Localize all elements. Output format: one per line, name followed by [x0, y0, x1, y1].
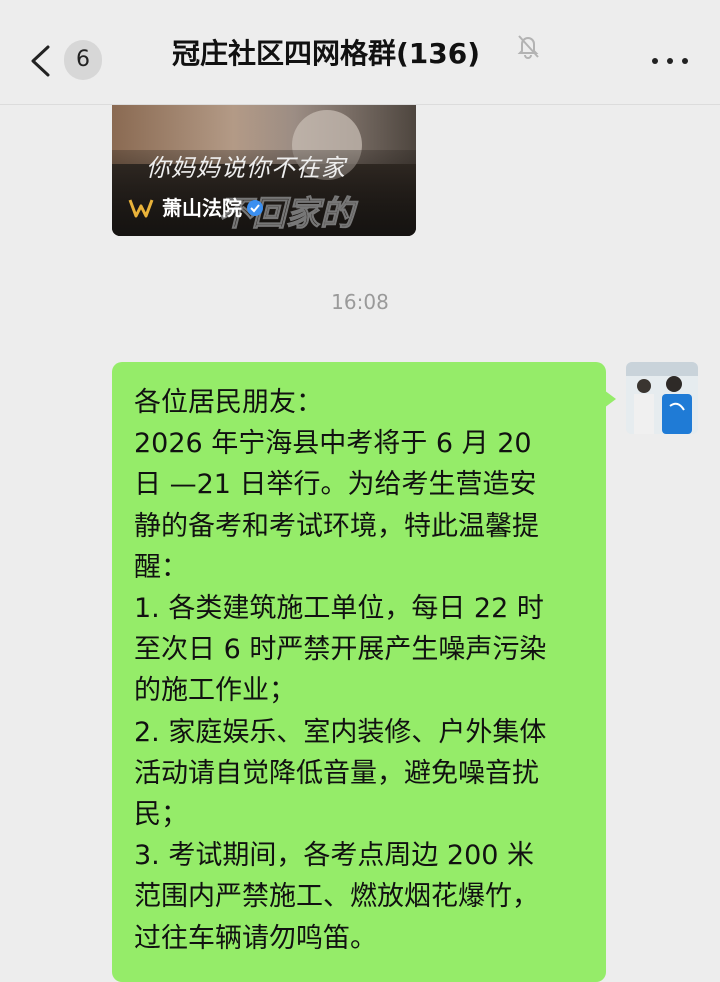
channel-logo-icon: [128, 199, 154, 218]
message-line: 各位居民朋友：: [134, 387, 323, 418]
message-line: 的施工作业；: [134, 675, 296, 707]
message-line: 至次日 6 时严禁开展产生噪声污染: [134, 634, 547, 666]
avatar-image: [626, 362, 698, 434]
message-text: 各位居民朋友： 2026 年宁海县中考将于 6 月 20 日 —21 日举行。为…: [134, 382, 594, 959]
verified-badge-icon: [247, 200, 263, 216]
message-timestamp: 16:08: [331, 290, 389, 314]
message-line: 过往车辆请勿鸣笛。: [134, 922, 377, 954]
message-line: 1. 各类建筑施工单位，每日 22 时: [134, 593, 544, 625]
back-button[interactable]: 6: [24, 40, 104, 84]
video-subtitle: 你妈妈说你不在家: [146, 154, 346, 182]
video-source-name: 萧山法院: [162, 196, 242, 220]
chat-header: 6 冠庄社区四网格群(136): [0, 0, 720, 105]
message-line: 活动请自觉降低音量，避免噪音扰: [134, 757, 539, 789]
chat-title: 冠庄社区四网格群(136): [172, 37, 481, 70]
more-options-button[interactable]: [648, 44, 692, 76]
message-line: 静的备考和考试环境，特此温馨提: [134, 510, 539, 542]
chevron-left-icon: [31, 45, 50, 77]
message-line: 2. 家庭娱乐、室内装修、户外集体: [134, 716, 547, 748]
message-line: 日 —21 日举行。为给考生营造安: [134, 469, 537, 501]
message-line: 民；: [134, 799, 188, 831]
video-source: 萧山法院: [128, 192, 264, 224]
avatar[interactable]: [626, 362, 698, 434]
bubble-tail: [604, 390, 616, 408]
message-line: 2026 年宁海县中考将于 6 月 20: [134, 428, 532, 460]
unread-count-badge: 6: [64, 40, 102, 80]
message-line: 范围内严禁施工、燃放烟花爆竹，: [134, 881, 539, 913]
bell-off-icon: [517, 35, 539, 59]
message-line: 3. 考试期间，各考点周边 200 米: [134, 840, 535, 872]
message-line: 醒：: [134, 551, 188, 583]
